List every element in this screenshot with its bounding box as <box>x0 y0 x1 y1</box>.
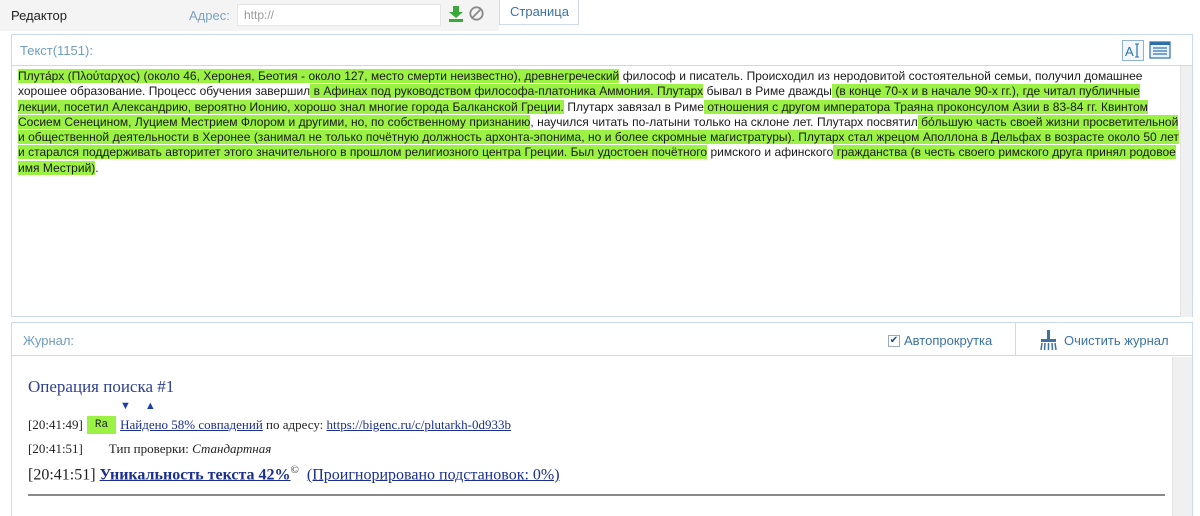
autoscroll-checkbox[interactable]: ✔ <box>888 334 900 347</box>
plain-text-segment: . <box>95 160 99 175</box>
check-type-label: Тип проверки: <box>108 441 193 456</box>
source-url-link[interactable]: https://bigenc.ru/c/plutarkh-0d933b <box>327 417 512 433</box>
text-title: Текст(1151): <box>20 43 93 58</box>
journal-header: Журнал: ✔ Автопрокрутка Очистить журнал <box>12 323 1192 356</box>
page-tab[interactable]: Страница <box>499 0 579 25</box>
text-editor-content[interactable]: Плута́рх (Πλούταρχος) (около 46, Херонея… <box>18 69 1184 176</box>
source-badge: Ra <box>86 416 117 434</box>
log-divider <box>28 494 1165 496</box>
page-tab-label: Страница <box>510 4 569 19</box>
matches-link[interactable]: Найдено 58% совпадений <box>120 417 263 433</box>
text-panel: Текст(1151): A Плута́рх (Πλούταρχος) (ок… <box>11 34 1193 317</box>
plain-text-segment: , научился читать по-латыни только на ск… <box>530 114 918 129</box>
text-cursor-icon: A <box>1125 43 1139 59</box>
highlighted-text-segment: Плута́рх (Πλούταρχος) (около 46, Херонея… <box>18 69 620 83</box>
copyright-mark: © <box>290 464 299 476</box>
block-icon[interactable] <box>469 6 484 21</box>
journal-title: Журнал: <box>23 333 75 348</box>
autoscroll-toggle[interactable]: ✔ Автопрокрутка <box>888 333 992 348</box>
log-entry-check-type: [20:41:51] Тип проверки: Стандартная <box>28 441 271 457</box>
search-operation-title: Операция поиска #1 <box>28 377 175 396</box>
log-time: [20:41:49] <box>28 417 83 432</box>
editor-tab[interactable]: Редактор Адрес: <box>0 0 499 31</box>
log-entry-match: [20:41:49] Ra Найдено 58% совпадений по … <box>28 416 511 434</box>
ignored-substitutions-link[interactable]: (Проигнорировано подстановок: 0%) <box>307 466 560 483</box>
header-divider <box>1015 323 1016 356</box>
log-time: [20:41:51] <box>28 441 83 456</box>
address-label: Адрес: <box>189 8 230 23</box>
plain-text-segment: бывал в Риме дважды <box>703 84 832 99</box>
log-time: [20:41:51] <box>28 466 96 484</box>
match-address-label: по адресу: <box>262 417 327 432</box>
editor-tab-label: Редактор <box>11 8 67 23</box>
plain-text-segment: римского и афинского <box>707 145 834 160</box>
download-icon[interactable] <box>449 6 463 22</box>
check-type-value: Стандартная <box>192 441 272 456</box>
svg-text:A: A <box>1125 44 1134 59</box>
journal-panel: Журнал: ✔ Автопрокрутка Очистить журнал … <box>11 322 1193 516</box>
collapse-expand-arrows[interactable]: ▼▲ <box>120 400 170 412</box>
text-scrollbar[interactable] <box>1180 66 1192 317</box>
uniqueness-link[interactable]: Уникальность текста 42% <box>100 466 291 483</box>
broom-icon <box>1040 330 1057 350</box>
journal-scrollbar[interactable] <box>1172 357 1192 516</box>
list-view-icon <box>1149 41 1171 59</box>
highlighted-text-segment: в Афинах под руководством философа-плато… <box>310 84 704 99</box>
text-format-button[interactable]: A <box>1122 40 1144 61</box>
list-view-button[interactable] <box>1149 40 1171 61</box>
address-input[interactable] <box>237 4 441 26</box>
top-bar: Редактор Адрес: Страница <box>0 0 1200 31</box>
log-entry-uniqueness: [20:41:51] Уникальность текста 42%© (Про… <box>28 464 560 484</box>
text-panel-header: Текст(1151): A <box>12 35 1192 66</box>
clear-journal-label: Очистить журнал <box>1064 332 1169 348</box>
autoscroll-label: Автопрокрутка <box>904 333 993 348</box>
plain-text-segment: Плутарх завязал в Риме <box>563 99 704 114</box>
journal-log: Операция поиска #1 ▼▲ [20:41:49] Ra Найд… <box>12 357 1174 516</box>
clear-journal-button[interactable]: Очистить журнал <box>1039 330 1169 350</box>
